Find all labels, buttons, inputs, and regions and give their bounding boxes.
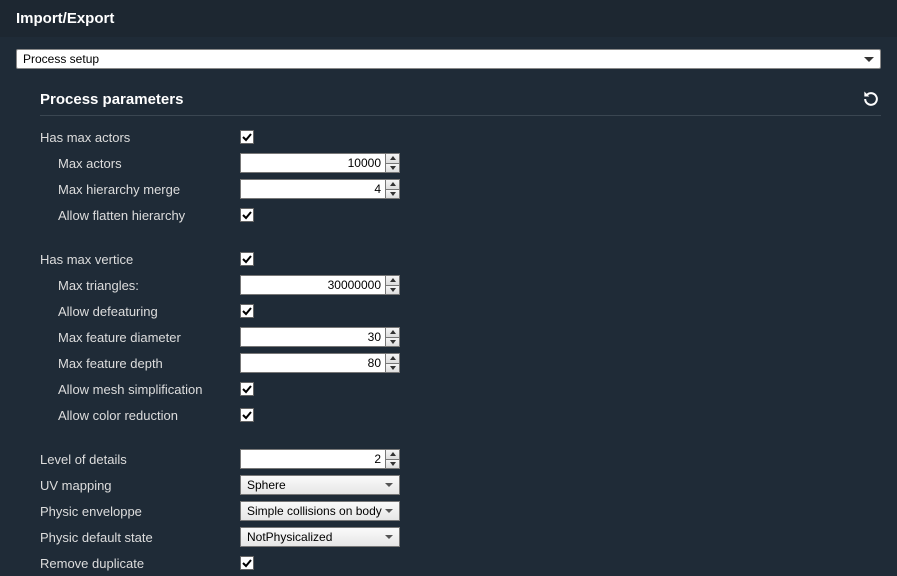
level-of-details-label: Level of details bbox=[40, 452, 240, 467]
max-feature-depth-input[interactable]: 80 bbox=[241, 354, 385, 372]
spinner-up-button[interactable] bbox=[386, 276, 399, 285]
allow-mesh-simp-label: Allow mesh simplification bbox=[40, 382, 240, 397]
chevron-down-icon bbox=[385, 509, 393, 513]
max-feature-depth-label: Max feature depth bbox=[40, 356, 240, 371]
spinner-up-button[interactable] bbox=[386, 180, 399, 189]
has-max-actors-label: Has max actors bbox=[40, 130, 240, 145]
max-feature-diameter-input[interactable]: 30 bbox=[241, 328, 385, 346]
max-actors-input[interactable]: 10000 bbox=[241, 154, 385, 172]
section-header: Process parameters bbox=[16, 89, 881, 113]
spinner-up-button[interactable] bbox=[386, 354, 399, 363]
has-max-vertice-checkbox[interactable] bbox=[240, 252, 254, 266]
spinner-down-button[interactable] bbox=[386, 459, 399, 469]
check-icon bbox=[242, 210, 252, 220]
max-triangles-spinner[interactable]: 30000000 bbox=[240, 275, 400, 295]
check-icon bbox=[242, 306, 252, 316]
spinner-down-button[interactable] bbox=[386, 163, 399, 173]
arrow-down-icon bbox=[390, 166, 396, 170]
check-icon bbox=[242, 254, 252, 264]
allow-color-reduction-label: Allow color reduction bbox=[40, 408, 240, 423]
allow-mesh-simp-checkbox[interactable] bbox=[240, 382, 254, 396]
uv-mapping-label: UV mapping bbox=[40, 478, 240, 493]
max-actors-label: Max actors bbox=[40, 156, 240, 171]
panel-header: Import/Export bbox=[0, 0, 897, 37]
spinner-buttons bbox=[385, 276, 399, 294]
panel-title: Import/Export bbox=[16, 10, 114, 27]
level-of-details-input[interactable]: 2 bbox=[241, 450, 385, 468]
panel-content: Process setup Process parameters Has max… bbox=[0, 37, 897, 576]
section-divider bbox=[40, 115, 881, 116]
spinner-up-button[interactable] bbox=[386, 154, 399, 163]
check-icon bbox=[242, 132, 252, 142]
arrow-up-icon bbox=[390, 452, 396, 456]
arrow-up-icon bbox=[390, 278, 396, 282]
undo-icon bbox=[861, 89, 881, 109]
has-max-actors-checkbox[interactable] bbox=[240, 130, 254, 144]
arrow-down-icon bbox=[390, 288, 396, 292]
max-hierarchy-merge-spinner[interactable]: 4 bbox=[240, 179, 400, 199]
remove-duplicate-label: Remove duplicate bbox=[40, 556, 240, 571]
max-triangles-label: Max triangles: bbox=[40, 278, 240, 293]
arrow-up-icon bbox=[390, 156, 396, 160]
arrow-down-icon bbox=[390, 462, 396, 466]
max-actors-spinner[interactable]: 10000 bbox=[240, 153, 400, 173]
uv-mapping-select[interactable]: Sphere bbox=[240, 475, 400, 495]
max-hierarchy-merge-input[interactable]: 4 bbox=[241, 180, 385, 198]
arrow-down-icon bbox=[390, 340, 396, 344]
arrow-down-icon bbox=[390, 192, 396, 196]
uv-mapping-value: Sphere bbox=[247, 478, 286, 492]
section-title: Process parameters bbox=[40, 91, 183, 108]
level-of-details-spinner[interactable]: 2 bbox=[240, 449, 400, 469]
allow-defeaturing-label: Allow defeaturing bbox=[40, 304, 240, 319]
spinner-down-button[interactable] bbox=[386, 189, 399, 199]
max-feature-depth-spinner[interactable]: 80 bbox=[240, 353, 400, 373]
parameters-list: Has max actors Max actors 10000 M bbox=[16, 124, 881, 576]
physic-default-state-value: NotPhysicalized bbox=[247, 530, 332, 544]
chevron-down-icon bbox=[385, 535, 393, 539]
spinner-up-button[interactable] bbox=[386, 328, 399, 337]
process-setup-dropdown[interactable]: Process setup bbox=[16, 49, 881, 69]
max-triangles-input[interactable]: 30000000 bbox=[241, 276, 385, 294]
max-feature-diameter-spinner[interactable]: 30 bbox=[240, 327, 400, 347]
arrow-up-icon bbox=[390, 182, 396, 186]
reset-button[interactable] bbox=[861, 89, 881, 109]
physic-default-state-label: Physic default state bbox=[40, 530, 240, 545]
spinner-down-button[interactable] bbox=[386, 337, 399, 347]
physic-enveloppe-value: Simple collisions on body bbox=[247, 504, 382, 518]
physic-default-state-select[interactable]: NotPhysicalized bbox=[240, 527, 400, 547]
arrow-down-icon bbox=[390, 366, 396, 370]
spinner-down-button[interactable] bbox=[386, 285, 399, 295]
physic-enveloppe-label: Physic enveloppe bbox=[40, 504, 240, 519]
remove-duplicate-checkbox[interactable] bbox=[240, 556, 254, 570]
allow-color-reduction-checkbox[interactable] bbox=[240, 408, 254, 422]
allow-flatten-checkbox[interactable] bbox=[240, 208, 254, 222]
spinner-buttons bbox=[385, 450, 399, 468]
max-feature-diameter-label: Max feature diameter bbox=[40, 330, 240, 345]
physic-enveloppe-select[interactable]: Simple collisions on body bbox=[240, 501, 400, 521]
has-max-vertice-label: Has max vertice bbox=[40, 252, 240, 267]
arrow-up-icon bbox=[390, 330, 396, 334]
spinner-buttons bbox=[385, 154, 399, 172]
process-setup-value: Process setup bbox=[23, 52, 99, 66]
check-icon bbox=[242, 384, 252, 394]
spinner-down-button[interactable] bbox=[386, 363, 399, 373]
max-hierarchy-merge-label: Max hierarchy merge bbox=[40, 182, 240, 197]
spinner-up-button[interactable] bbox=[386, 450, 399, 459]
spinner-buttons bbox=[385, 180, 399, 198]
spinner-buttons bbox=[385, 354, 399, 372]
check-icon bbox=[242, 558, 252, 568]
arrow-up-icon bbox=[390, 356, 396, 360]
chevron-down-icon bbox=[864, 57, 874, 62]
allow-flatten-label: Allow flatten hierarchy bbox=[40, 208, 240, 223]
chevron-down-icon bbox=[385, 483, 393, 487]
allow-defeaturing-checkbox[interactable] bbox=[240, 304, 254, 318]
check-icon bbox=[242, 410, 252, 420]
spinner-buttons bbox=[385, 328, 399, 346]
